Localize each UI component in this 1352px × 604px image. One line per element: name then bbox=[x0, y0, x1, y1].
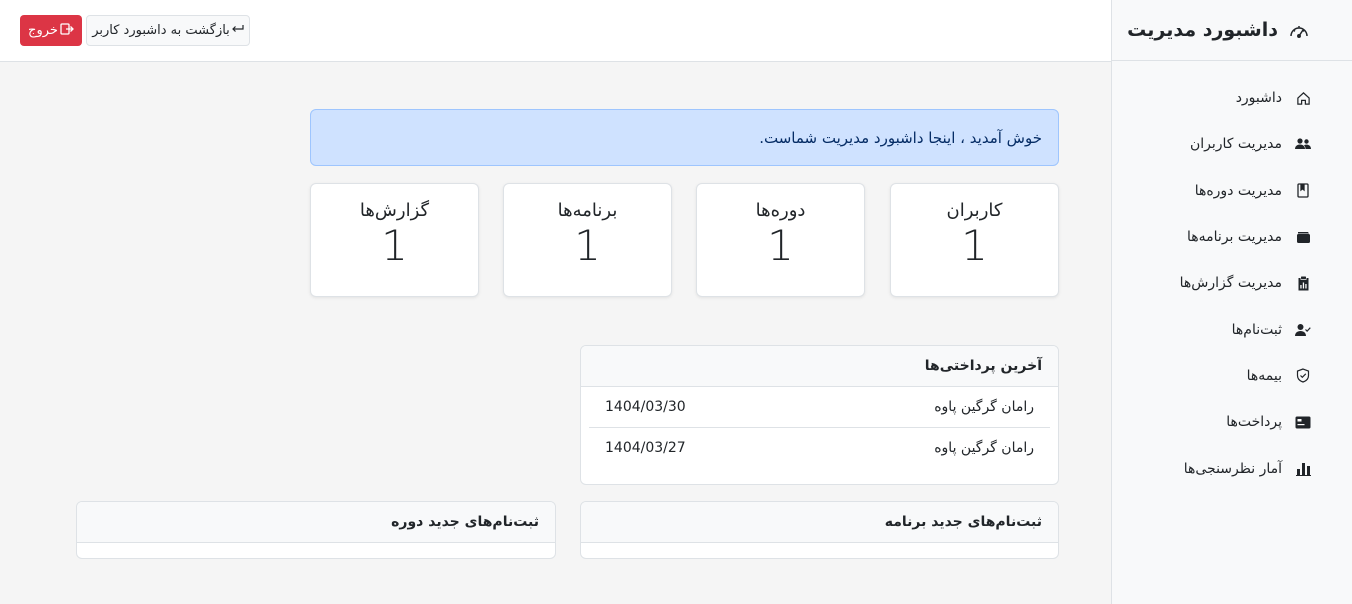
sidebar-nav: داشبورد مدیریت کاربران مدیریت دوره‌ها مد… bbox=[1112, 61, 1352, 492]
panel-title: ثبت‌نام‌های جدید برنامه bbox=[884, 514, 1042, 530]
stat-title: برنامه‌ها bbox=[557, 200, 618, 221]
panel-header: ثبت‌نام‌های جدید برنامه bbox=[581, 502, 1058, 543]
stat-title: گزارش‌ها bbox=[359, 200, 430, 221]
panel-header: ثبت‌نام‌های جدید دوره bbox=[77, 502, 555, 543]
speedometer-icon bbox=[1288, 19, 1310, 41]
sidebar-item-label: ثبت‌نام‌ها bbox=[1231, 321, 1282, 338]
logout-button[interactable]: خروج bbox=[20, 15, 82, 46]
payer-name: رامان گرگین پاوه bbox=[934, 439, 1034, 456]
person-check-icon bbox=[1294, 321, 1312, 339]
panel-title: ثبت‌نام‌های جدید دوره bbox=[391, 514, 539, 530]
sidebar-item-label: داشبورد bbox=[1235, 90, 1282, 107]
stat-card-programs: برنامه‌ها 1 bbox=[503, 183, 672, 297]
latest-payments-panel: آخرین پرداختی‌ها رامان گرگین پاوه 1404/0… bbox=[580, 345, 1059, 485]
sidebar-item-payments[interactable]: پرداخت‌ها bbox=[1112, 399, 1352, 445]
shield-check-icon bbox=[1294, 367, 1312, 385]
sidebar-item-reports[interactable]: مدیریت گزارش‌ها bbox=[1112, 260, 1352, 306]
top-bar: خروج بازگشت به داشبورد کاربر bbox=[0, 0, 1111, 62]
sidebar-item-label: مدیریت برنامه‌ها bbox=[1187, 229, 1282, 246]
sidebar-item-label: مدیریت گزارش‌ها bbox=[1179, 275, 1282, 292]
new-course-signups-panel: ثبت‌نام‌های جدید دوره bbox=[76, 501, 556, 559]
wallet-icon bbox=[1294, 228, 1312, 246]
sidebar-item-users[interactable]: مدیریت کاربران bbox=[1112, 121, 1352, 167]
new-program-signups-panel: ثبت‌نام‌های جدید برنامه bbox=[580, 501, 1059, 559]
box-arrow-right-icon bbox=[60, 22, 74, 39]
panel-header: آخرین پرداختی‌ها bbox=[581, 346, 1058, 387]
payer-name: رامان گرگین پاوه bbox=[934, 399, 1034, 415]
credit-card-icon bbox=[1294, 413, 1312, 431]
sidebar-item-label: پرداخت‌ها bbox=[1226, 414, 1282, 431]
welcome-message: خوش آمدید ، اینجا داشبورد مدیریت شماست. bbox=[759, 128, 1042, 147]
stat-card-users: کاربران 1 bbox=[890, 183, 1059, 297]
table-row: رامان گرگین پاوه 1404/03/30 bbox=[589, 387, 1050, 427]
stat-value: 1 bbox=[767, 221, 794, 270]
sidebar: داشبورد مدیریت داشبورد مدیریت کاربران مد… bbox=[1111, 0, 1352, 604]
back-label: بازگشت به داشبورد کاربر bbox=[92, 23, 230, 38]
people-icon bbox=[1294, 135, 1312, 153]
sidebar-item-survey-stats[interactable]: آمار نظرسنجی‌ها bbox=[1112, 445, 1352, 491]
stat-value: 1 bbox=[381, 221, 408, 270]
sidebar-item-label: بیمه‌ها bbox=[1246, 367, 1282, 384]
panel-title: آخرین پرداختی‌ها bbox=[924, 358, 1042, 374]
house-icon bbox=[1294, 89, 1312, 107]
stat-card-reports: گزارش‌ها 1 bbox=[310, 183, 479, 297]
welcome-alert: خوش آمدید ، اینجا داشبورد مدیریت شماست. bbox=[310, 109, 1059, 166]
stat-value: 1 bbox=[574, 221, 601, 270]
back-to-user-dashboard-button[interactable]: بازگشت به داشبورد کاربر bbox=[86, 15, 250, 46]
sidebar-item-label: مدیریت کاربران bbox=[1189, 136, 1282, 153]
journal-icon bbox=[1294, 182, 1312, 200]
sidebar-item-dashboard[interactable]: داشبورد bbox=[1112, 75, 1352, 121]
payment-date: 1404/03/27 bbox=[605, 439, 686, 456]
bar-chart-icon bbox=[1294, 460, 1312, 478]
brand-title: داشبورد مدیریت bbox=[1127, 19, 1278, 41]
sidebar-item-programs[interactable]: مدیریت برنامه‌ها bbox=[1112, 214, 1352, 260]
sidebar-header: داشبورد مدیریت bbox=[1112, 0, 1352, 61]
payment-date: 1404/03/30 bbox=[605, 399, 686, 415]
clipboard-data-icon bbox=[1294, 274, 1312, 292]
sidebar-item-insurance[interactable]: بیمه‌ها bbox=[1112, 353, 1352, 399]
logout-label: خروج bbox=[28, 23, 58, 38]
arrow-return-icon bbox=[231, 23, 244, 38]
sidebar-item-label: آمار نظرسنجی‌ها bbox=[1183, 460, 1282, 477]
stat-title: کاربران bbox=[946, 200, 1003, 221]
table-row: رامان گرگین پاوه 1404/03/27 bbox=[589, 427, 1050, 467]
stat-title: دوره‌ها bbox=[755, 200, 806, 221]
stat-value: 1 bbox=[961, 221, 988, 270]
sidebar-item-label: مدیریت دوره‌ها bbox=[1194, 182, 1282, 199]
sidebar-item-courses[interactable]: مدیریت دوره‌ها bbox=[1112, 168, 1352, 214]
sidebar-item-registrations[interactable]: ثبت‌نام‌ها bbox=[1112, 306, 1352, 352]
stat-card-courses: دوره‌ها 1 bbox=[696, 183, 865, 297]
